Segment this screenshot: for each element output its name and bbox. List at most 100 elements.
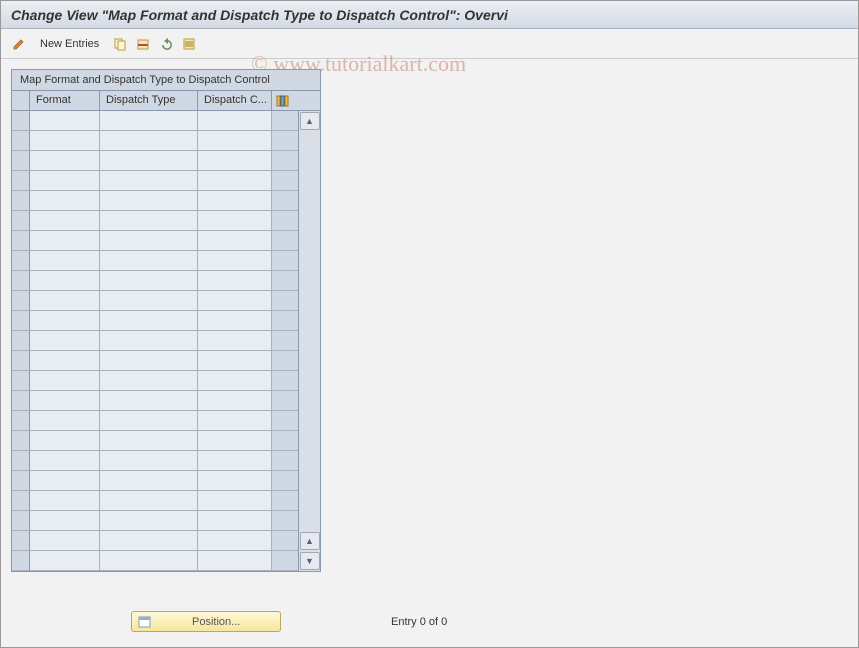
cell-dispatch-control[interactable] xyxy=(198,411,272,430)
table-row[interactable] xyxy=(12,131,298,151)
row-selector[interactable] xyxy=(12,331,30,350)
table-row[interactable] xyxy=(12,171,298,191)
cell-dispatch-control[interactable] xyxy=(198,451,272,470)
cell-dispatch-control[interactable] xyxy=(198,491,272,510)
row-selector[interactable] xyxy=(12,471,30,490)
cell-dispatch-type[interactable] xyxy=(100,291,198,310)
cell-dispatch-type[interactable] xyxy=(100,431,198,450)
cell-format[interactable] xyxy=(30,331,100,350)
cell-dispatch-type[interactable] xyxy=(100,491,198,510)
cell-dispatch-type[interactable] xyxy=(100,391,198,410)
cell-dispatch-type[interactable] xyxy=(100,371,198,390)
undo-icon[interactable] xyxy=(156,34,176,54)
table-row[interactable] xyxy=(12,291,298,311)
row-selector[interactable] xyxy=(12,251,30,270)
cell-dispatch-control[interactable] xyxy=(198,311,272,330)
cell-format[interactable] xyxy=(30,391,100,410)
row-selector[interactable] xyxy=(12,451,30,470)
cell-dispatch-type[interactable] xyxy=(100,471,198,490)
cell-dispatch-type[interactable] xyxy=(100,231,198,250)
cell-format[interactable] xyxy=(30,371,100,390)
cell-format[interactable] xyxy=(30,111,100,130)
row-selector[interactable] xyxy=(12,271,30,290)
table-row[interactable] xyxy=(12,451,298,471)
table-row[interactable] xyxy=(12,531,298,551)
row-selector[interactable] xyxy=(12,171,30,190)
table-row[interactable] xyxy=(12,431,298,451)
cell-dispatch-control[interactable] xyxy=(198,111,272,130)
table-row[interactable] xyxy=(12,471,298,491)
cell-dispatch-control[interactable] xyxy=(198,131,272,150)
table-row[interactable] xyxy=(12,371,298,391)
cell-format[interactable] xyxy=(30,291,100,310)
delete-icon[interactable] xyxy=(133,34,153,54)
cell-dispatch-type[interactable] xyxy=(100,171,198,190)
row-selector[interactable] xyxy=(12,111,30,130)
cell-dispatch-control[interactable] xyxy=(198,371,272,390)
copy-icon[interactable] xyxy=(110,34,130,54)
cell-format[interactable] xyxy=(30,551,100,570)
cell-dispatch-type[interactable] xyxy=(100,551,198,570)
cell-dispatch-type[interactable] xyxy=(100,211,198,230)
vertical-scrollbar[interactable]: ▲ ▲ ▼ xyxy=(298,111,320,571)
column-header-format[interactable]: Format xyxy=(30,91,100,110)
cell-format[interactable] xyxy=(30,171,100,190)
cell-dispatch-control[interactable] xyxy=(198,251,272,270)
cell-dispatch-control[interactable] xyxy=(198,331,272,350)
cell-dispatch-control[interactable] xyxy=(198,271,272,290)
row-selector[interactable] xyxy=(12,391,30,410)
cell-dispatch-control[interactable] xyxy=(198,551,272,570)
row-selector[interactable] xyxy=(12,531,30,550)
row-selector[interactable] xyxy=(12,211,30,230)
table-row[interactable] xyxy=(12,391,298,411)
cell-dispatch-type[interactable] xyxy=(100,411,198,430)
cell-format[interactable] xyxy=(30,351,100,370)
cell-format[interactable] xyxy=(30,511,100,530)
row-selector[interactable] xyxy=(12,511,30,530)
table-config-icon[interactable] xyxy=(272,91,294,110)
row-selector[interactable] xyxy=(12,551,30,570)
cell-dispatch-type[interactable] xyxy=(100,131,198,150)
cell-dispatch-type[interactable] xyxy=(100,271,198,290)
table-row[interactable] xyxy=(12,491,298,511)
cell-dispatch-type[interactable] xyxy=(100,451,198,470)
cell-format[interactable] xyxy=(30,491,100,510)
table-row[interactable] xyxy=(12,231,298,251)
row-selector[interactable] xyxy=(12,311,30,330)
row-selector[interactable] xyxy=(12,291,30,310)
table-row[interactable] xyxy=(12,351,298,371)
column-header-dispatch-type[interactable]: Dispatch Type xyxy=(100,91,198,110)
cell-dispatch-type[interactable] xyxy=(100,351,198,370)
cell-format[interactable] xyxy=(30,451,100,470)
table-row[interactable] xyxy=(12,311,298,331)
cell-dispatch-control[interactable] xyxy=(198,291,272,310)
cell-dispatch-type[interactable] xyxy=(100,151,198,170)
table-row[interactable] xyxy=(12,111,298,131)
table-row[interactable] xyxy=(12,191,298,211)
new-entries-button[interactable]: New Entries xyxy=(32,34,107,54)
cell-dispatch-type[interactable] xyxy=(100,511,198,530)
table-row[interactable] xyxy=(12,411,298,431)
row-selector[interactable] xyxy=(12,191,30,210)
cell-format[interactable] xyxy=(30,271,100,290)
cell-format[interactable] xyxy=(30,131,100,150)
table-row[interactable] xyxy=(12,331,298,351)
cell-dispatch-control[interactable] xyxy=(198,431,272,450)
cell-dispatch-type[interactable] xyxy=(100,311,198,330)
row-selector[interactable] xyxy=(12,231,30,250)
column-header-dispatch-control[interactable]: Dispatch C... xyxy=(198,91,272,110)
cell-format[interactable] xyxy=(30,251,100,270)
cell-format[interactable] xyxy=(30,231,100,250)
row-selector[interactable] xyxy=(12,131,30,150)
cell-dispatch-control[interactable] xyxy=(198,171,272,190)
cell-format[interactable] xyxy=(30,211,100,230)
cell-format[interactable] xyxy=(30,151,100,170)
cell-format[interactable] xyxy=(30,311,100,330)
cell-format[interactable] xyxy=(30,191,100,210)
table-row[interactable] xyxy=(12,511,298,531)
row-selector[interactable] xyxy=(12,411,30,430)
cell-dispatch-type[interactable] xyxy=(100,251,198,270)
table-row[interactable] xyxy=(12,551,298,571)
cell-dispatch-control[interactable] xyxy=(198,391,272,410)
cell-dispatch-control[interactable] xyxy=(198,531,272,550)
